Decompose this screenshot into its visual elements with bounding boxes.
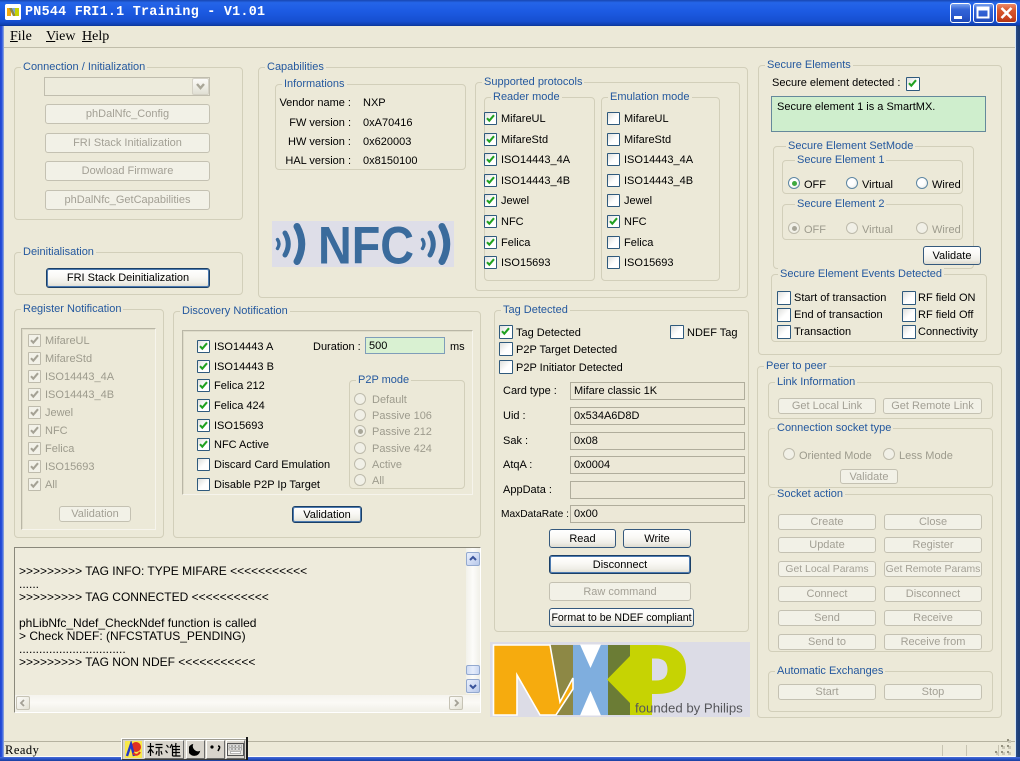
svg-text:NFC: NFC <box>318 221 414 267</box>
svg-text:founded by Philips: founded by Philips <box>635 701 743 716</box>
